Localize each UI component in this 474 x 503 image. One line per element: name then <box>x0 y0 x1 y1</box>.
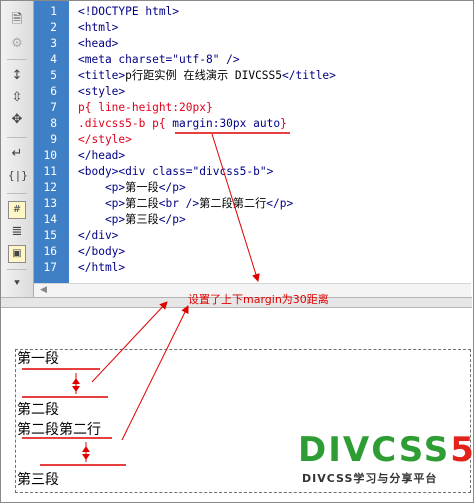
code-token: <p> <box>78 181 126 194</box>
code-token: <br /> <box>158 197 200 210</box>
code-token: </style> <box>78 133 132 146</box>
code-token: p行距实例 在线演示 DIVCSS5 <box>125 69 283 82</box>
code-token: </div> <box>78 229 119 242</box>
logo-css: CSS <box>371 430 451 470</box>
toolbar-separator <box>7 193 27 194</box>
braces-icon[interactable]: {|} <box>8 167 28 185</box>
code-line: <p>第一段</p> <box>78 180 186 196</box>
code-token: </body> <box>78 245 126 258</box>
code-token: } <box>280 117 287 130</box>
line-number: 7 <box>50 101 57 114</box>
code-token: </head> <box>78 149 126 162</box>
code-token: .divcss5-b p{ <box>78 117 173 130</box>
code-line: <style> <box>78 84 125 100</box>
logo-div: DIV <box>298 430 372 470</box>
code-token: 第二段 <box>125 197 159 210</box>
code-token: <head> <box>78 37 119 50</box>
code-token: </p> <box>266 197 294 210</box>
line-number: 15 <box>43 229 57 242</box>
code-line: <head> <box>78 36 118 52</box>
format-icon[interactable]: ≣ <box>8 223 26 241</box>
snippet-icon[interactable]: # <box>8 201 26 219</box>
line-number-gutter: 1 2 3 4 5 6 7 8 9 10 11 12 13 14 15 16 17 <box>34 1 69 283</box>
line-number: 10 <box>43 149 57 162</box>
expand-icon[interactable]: ↕ <box>8 67 26 85</box>
preview-paragraph-1: 第一段 <box>17 351 59 367</box>
code-token: margin:30px auto <box>172 117 281 130</box>
line-number: 4 <box>50 53 57 66</box>
code-token: <p> <box>78 213 126 226</box>
code-line: </body> <box>78 244 125 260</box>
code-token: </html> <box>78 261 126 274</box>
line-number: 11 <box>43 165 57 178</box>
toolbar-separator <box>7 137 27 138</box>
code-token: </p> <box>158 213 186 226</box>
code-token: <title> <box>78 69 126 82</box>
code-line: <title>p行距实例 在线演示 DIVCSS5</title> <box>78 68 336 84</box>
line-number: 5 <box>50 69 57 82</box>
line-number: 13 <box>43 197 57 210</box>
code-line: </style> <box>78 132 132 148</box>
margin-annotation: 设置了上下margin为30距离 <box>188 293 329 306</box>
code-token: 第三段 <box>125 213 159 226</box>
indent-icon[interactable]: ↵ <box>8 145 26 163</box>
code-line: p{ line-height:20px} <box>78 100 213 116</box>
code-line: </html> <box>78 260 125 276</box>
code-line: <!DOCTYPE html> <box>78 4 179 20</box>
code-line: <meta charset="utf-8" /> <box>78 52 240 68</box>
image-icon[interactable]: ▣ <box>8 245 26 263</box>
code-line: <body><div class="divcss5-b"> <box>78 164 273 180</box>
code-token: 第二段第二行 <box>199 197 267 210</box>
code-line: <p>第二段<br />第二段第二行</p> <box>78 196 293 212</box>
code-token: 第一段 <box>125 181 159 194</box>
line-number: 16 <box>43 245 57 258</box>
toolbar-separator <box>7 59 27 60</box>
collapse-icon[interactable]: ⇳ <box>8 89 26 107</box>
code-line: </div> <box>78 228 118 244</box>
code-token: </p> <box>158 181 186 194</box>
code-token: <meta charset="utf-8" /> <box>78 53 240 66</box>
scroll-left-icon[interactable]: ◀ <box>40 285 47 295</box>
line-number: 1 <box>50 5 57 18</box>
code-token: <!DOCTYPE html> <box>78 5 180 18</box>
line-number: 2 <box>50 21 57 34</box>
select-icon[interactable]: ✥ <box>8 111 26 129</box>
line-number: 3 <box>50 37 57 50</box>
logo-tagline: DIVCSS学习与分享平台 <box>302 472 438 485</box>
toolbar-separator <box>7 269 27 270</box>
preview-paragraph-3: 第三段 <box>17 472 59 488</box>
preview-paragraph-2: 第二段 <box>17 402 59 418</box>
logo-wordmark: DIVCSS5 <box>298 430 474 470</box>
line-number: 6 <box>50 85 57 98</box>
line-number: 12 <box>43 181 57 194</box>
left-toolbar: 🗎 ⚙ ↕ ⇳ ✥ ↵ {|} # ≣ ▣ ⯆ <box>1 1 34 297</box>
code-line: </head> <box>78 148 125 164</box>
code-token: </title> <box>282 69 336 82</box>
settings-icon[interactable]: ⚙ <box>8 35 26 53</box>
code-line: .divcss5-b p{ margin:30px auto} <box>78 116 287 132</box>
code-token: <p> <box>78 197 126 210</box>
code-token: <body><div class="divcss5-b"> <box>78 165 274 178</box>
line-number: 9 <box>50 133 57 146</box>
code-token: p{ line-height:20px} <box>78 101 213 114</box>
line-number: 17 <box>43 261 57 274</box>
logo-five: 5 <box>450 430 474 470</box>
preview-paragraph-2-line-2: 第二段第二行 <box>17 422 101 438</box>
code-line: <p>第三段</p> <box>78 212 186 228</box>
chevron-down-icon[interactable]: ⯆ <box>8 275 26 293</box>
code-token: <style> <box>78 85 126 98</box>
new-file-icon[interactable]: 🗎 <box>8 11 26 29</box>
code-line: <html> <box>78 20 118 36</box>
code-token: <html> <box>78 21 119 34</box>
code-editor[interactable]: <!DOCTYPE html> <html> <head> <meta charset… <box>78 1 470 283</box>
line-number: 14 <box>43 213 57 226</box>
line-number: 8 <box>50 117 57 130</box>
